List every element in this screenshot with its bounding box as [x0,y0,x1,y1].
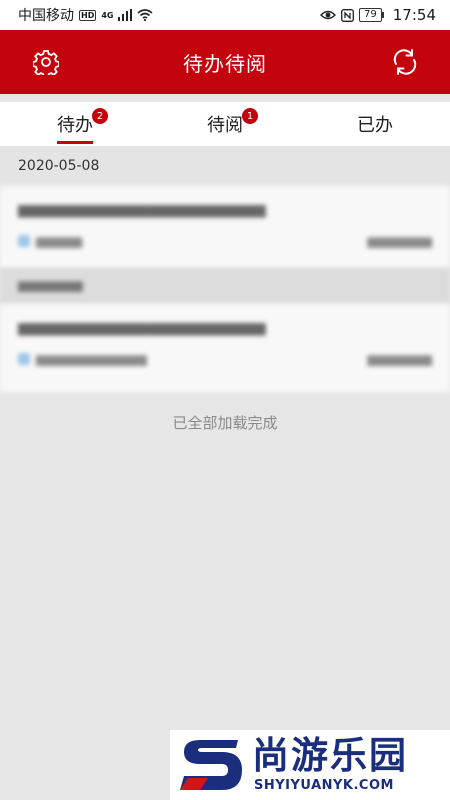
clock: 17:54 [392,6,436,24]
page-title: 待办待阅 [183,51,267,76]
refresh-icon [393,49,417,75]
date-label: 2020-05-08 [18,158,100,174]
nfc-icon [341,8,354,22]
list-item-meta-placeholder: ▆▆▆▆▆▆▆▆▆▆▆▆ [18,352,147,366]
doc-icon [18,353,30,365]
list-item-time-placeholder: ▆▆▆▆▆▆▆ [367,352,432,366]
tab-todo-badge: 2 [92,108,108,124]
signal-icon [118,9,133,21]
active-tab-indicator [57,141,93,144]
battery-icon: 79 [359,8,384,22]
hd-badge: HD [79,9,97,21]
list-item-time-placeholder: ▆▆▆▆▆▆▆ [367,234,432,248]
battery-level: 79 [359,8,382,22]
tab-bar: 待办 2 待阅 1 已办 [0,102,450,146]
wifi-icon [137,9,154,21]
watermark-url: SHYIYUANYK.COM [254,778,394,793]
list-item[interactable]: ▆▆▆▆▆▆▆▆▆▆▆▆▆▆▆▆▆▆▆▆▆▆▆ ▆▆▆▆▆ ▆▆▆▆▆▆▆ [0,186,450,268]
load-complete-text: 已全部加载完成 [172,414,278,432]
tab-todo-label: 待办 [57,115,93,136]
list-item-title-placeholder: ▆▆▆▆▆▆▆▆▆▆▆▆▆▆▆▆▆▆▆▆▆▆▆ [18,320,266,336]
group-header-text-placeholder: ▆▆▆▆▆▆▆ [18,278,83,292]
status-right: 79 17:54 [320,6,436,24]
tab-toread[interactable]: 待阅 1 [206,102,258,146]
date-group-header: 2020-05-08 [0,146,450,186]
tab-done[interactable]: 已办 [356,102,394,146]
tab-toread-label: 待阅 [207,115,243,136]
tab-done-label: 已办 [357,115,393,136]
list-item[interactable]: ▆▆▆▆▆▆▆▆▆▆▆▆▆▆▆▆▆▆▆▆▆▆▆ ▆▆▆▆▆▆▆▆▆▆▆▆ ▆▆▆… [0,304,450,392]
gear-icon [33,50,59,75]
list-item-meta-placeholder: ▆▆▆▆▆ [18,234,82,248]
status-left: 中国移动 HD 4G [18,5,154,25]
status-bar: 中国移动 HD 4G 79 17:54 [0,0,450,30]
doc-icon [18,235,30,247]
tab-toread-badge: 1 [242,108,258,124]
carrier-label: 中国移动 [18,8,74,24]
watermark-name: 尚游乐园 [252,734,408,777]
battery-tip [381,12,384,18]
refresh-button[interactable] [390,47,420,77]
watermark: 尚游乐园 SHYIYUANYK.COM [170,730,450,800]
network-type: 4G [101,10,114,20]
eye-icon [320,10,337,20]
list-item-title-placeholder: ▆▆▆▆▆▆▆▆▆▆▆▆▆▆▆▆▆▆▆▆▆▆▆ [18,202,266,218]
watermark-logo-icon [180,740,242,790]
app-header: 待办待阅 [0,30,450,94]
settings-button[interactable] [31,47,61,77]
group-header-placeholder: ▆▆▆▆▆▆▆ [0,268,450,304]
tab-todo[interactable]: 待办 2 [56,102,108,146]
